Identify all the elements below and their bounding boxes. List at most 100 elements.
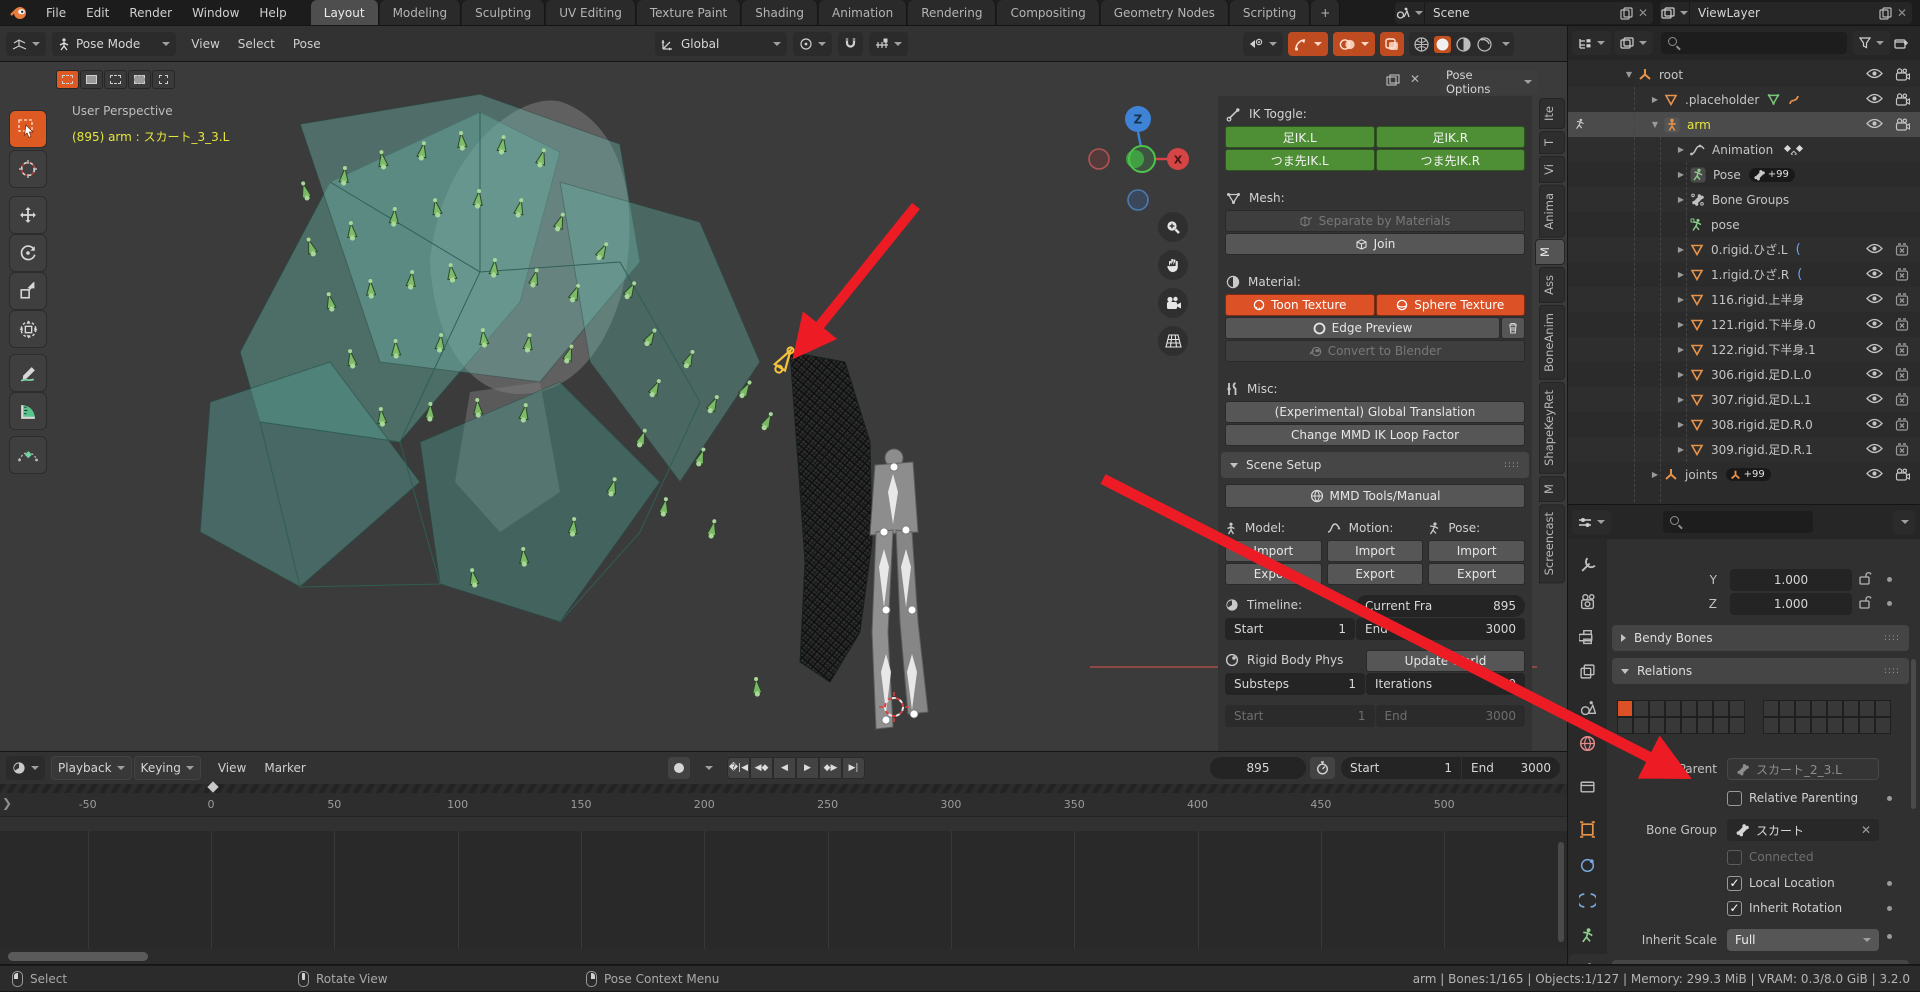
global-translation-button[interactable]: (Experimental) Global Translation: [1225, 401, 1525, 423]
properties-tab-viewlayer[interactable]: [1568, 655, 1607, 687]
disclosure-icon[interactable]: ▶: [1650, 95, 1660, 104]
bone-layer-cell[interactable]: [1827, 717, 1843, 734]
hide-eye-icon[interactable]: [1866, 343, 1883, 356]
outliner-row[interactable]: ▶0.rigid.ひざ.L(: [1568, 237, 1920, 262]
add-workspace-button[interactable]: +: [1311, 0, 1340, 26]
properties-options-dropdown[interactable]: [1893, 510, 1915, 534]
workspace-tab[interactable]: Modeling: [380, 0, 462, 26]
outliner-item-label[interactable]: 0.rigid.ひざ.L: [1711, 241, 1788, 258]
outliner-row[interactable]: ▶307.rigid.足D.L.1: [1568, 387, 1920, 412]
timeline-tracks[interactable]: [0, 831, 1568, 949]
disclosure-icon[interactable]: ▶: [1676, 345, 1686, 354]
outliner-item-label[interactable]: 1.rigid.ひざ.R: [1711, 266, 1789, 283]
render-disabled-icon[interactable]: [1895, 443, 1910, 456]
inherit-rotation-dot[interactable]: [1887, 906, 1892, 911]
disclosure-icon[interactable]: ▶: [1676, 445, 1686, 454]
bone-layer-cell[interactable]: [1729, 717, 1745, 734]
lock-y-icon[interactable]: [1858, 571, 1872, 586]
properties-search[interactable]: [1663, 511, 1813, 533]
bone-layer-cell[interactable]: [1649, 700, 1665, 717]
motion-export-button[interactable]: Export: [1327, 563, 1424, 585]
hide-eye-icon[interactable]: [1866, 243, 1883, 256]
hide-eye-icon[interactable]: [1866, 68, 1883, 81]
viewlayer-icon[interactable]: [1660, 2, 1690, 24]
workspace-tab[interactable]: Texture Paint: [637, 0, 741, 26]
bone-layer-cell[interactable]: [1875, 700, 1891, 717]
outliner-row[interactable]: ▼root: [1568, 62, 1920, 87]
bone-layer-cell[interactable]: [1763, 717, 1779, 734]
render-disabled-icon[interactable]: [1895, 243, 1910, 256]
ik-toe-l-button[interactable]: つま先IK.L: [1225, 149, 1375, 171]
select-mode-subtract[interactable]: [104, 70, 127, 89]
npanel-tab[interactable]: Screencast: [1539, 504, 1565, 583]
bone-layer-cell[interactable]: [1713, 717, 1729, 734]
disclosure-icon[interactable]: ▶: [1676, 320, 1686, 329]
hide-eye-icon[interactable]: [1866, 418, 1883, 431]
bone-layer-cell[interactable]: [1859, 717, 1875, 734]
properties-tab-render[interactable]: [1568, 585, 1607, 617]
hide-eye-icon[interactable]: [1866, 118, 1883, 131]
prev-keyframe-button[interactable]: ◀◆: [750, 757, 773, 779]
local-location-dot[interactable]: [1887, 881, 1892, 886]
timeline-vscrollbar[interactable]: [1558, 842, 1564, 942]
iterations-field[interactable]: Iterations60: [1366, 673, 1525, 695]
bone-layer-cell[interactable]: [1633, 717, 1649, 734]
substeps-field[interactable]: Substeps1: [1225, 673, 1365, 695]
npanel-tab[interactable]: Anima: [1539, 185, 1565, 238]
lock-z-icon[interactable]: [1858, 595, 1872, 610]
editor-type-button[interactable]: [6, 32, 46, 56]
separate-by-materials-button[interactable]: Separate by Materials: [1225, 210, 1525, 232]
disclosure-icon[interactable]: ▼: [1624, 70, 1634, 79]
topbar-menu-item[interactable]: Render: [119, 0, 182, 26]
bone-layer-cell[interactable]: [1633, 700, 1649, 717]
bone-layer-cell[interactable]: [1875, 717, 1891, 734]
keying-menu[interactable]: Keying: [134, 756, 201, 780]
convert-to-blender-button[interactable]: Convert to Blender: [1225, 340, 1525, 362]
viewlayer-remove-icon[interactable]: ✕: [1892, 6, 1912, 20]
properties-editor-type-button[interactable]: [1572, 510, 1611, 534]
render-disabled-icon[interactable]: [1895, 368, 1910, 381]
rigid-start-field[interactable]: Start1: [1225, 705, 1375, 727]
hide-eye-icon[interactable]: [1866, 268, 1883, 281]
outliner-row[interactable]: ▶116.rigid.上半身: [1568, 287, 1920, 312]
mmd-manual-button[interactable]: MMD Tools/Manual: [1225, 484, 1525, 508]
disclosure-icon[interactable]: ▶: [1676, 170, 1686, 179]
outliner-item-label[interactable]: Animation: [1712, 143, 1773, 157]
bone-layer-cell[interactable]: [1697, 717, 1713, 734]
outliner-item-label[interactable]: Bone Groups: [1712, 193, 1789, 207]
outliner-item-label[interactable]: 308.rigid.足D.R.0: [1711, 416, 1813, 433]
properties-tab-scene[interactable]: [1568, 692, 1607, 724]
outliner-row[interactable]: ▶Pose+99: [1568, 162, 1920, 187]
rigid-end-field[interactable]: End3000: [1376, 705, 1526, 727]
timeline-start-field[interactable]: Start1: [1341, 757, 1461, 779]
outliner-row[interactable]: pose: [1568, 212, 1920, 237]
workspace-tab[interactable]: Rendering: [908, 0, 996, 26]
scene-copy-icon[interactable]: [1620, 7, 1633, 20]
hide-eye-icon[interactable]: [1866, 468, 1883, 481]
outliner-row[interactable]: ▶122.rigid.下半身.1: [1568, 337, 1920, 362]
disclosure-icon[interactable]: ▶: [1676, 370, 1686, 379]
outliner-filter-dropdown[interactable]: [1853, 31, 1890, 55]
scene-icon[interactable]: [1395, 2, 1425, 24]
tool-transform[interactable]: [9, 310, 47, 348]
sphere-texture-button[interactable]: Sphere Texture: [1376, 294, 1526, 316]
playback-menu[interactable]: Playback: [51, 756, 132, 780]
workspace-tab[interactable]: Sculpting: [462, 0, 545, 26]
bone-layer-cell[interactable]: [1681, 717, 1697, 734]
viewlayer-copy-icon[interactable]: [1879, 7, 1892, 20]
edge-preview-button[interactable]: Edge Preview: [1225, 317, 1500, 339]
parent-field[interactable]: スカート_2_3.L: [1727, 758, 1879, 780]
xray-toggle[interactable]: [1380, 32, 1404, 56]
snap-magnet-icon[interactable]: [838, 32, 863, 56]
outliner-row[interactable]: ▶.placeholder: [1568, 87, 1920, 112]
tool-move[interactable]: [9, 196, 47, 234]
render-disabled-icon[interactable]: [1895, 418, 1910, 431]
bone-layer-cell[interactable]: [1729, 700, 1745, 717]
bone-layer-cell[interactable]: [1713, 700, 1729, 717]
outliner-item-label[interactable]: pose: [1711, 218, 1740, 232]
properties-tab-output[interactable]: [1568, 620, 1607, 652]
bone-layer-cell[interactable]: [1795, 717, 1811, 734]
outliner-item-label[interactable]: 306.rigid.足D.L.0: [1711, 366, 1812, 383]
snap-settings-dropdown[interactable]: [869, 32, 908, 56]
scene-setup-panel-header[interactable]: Scene Setup::::: [1221, 452, 1529, 478]
